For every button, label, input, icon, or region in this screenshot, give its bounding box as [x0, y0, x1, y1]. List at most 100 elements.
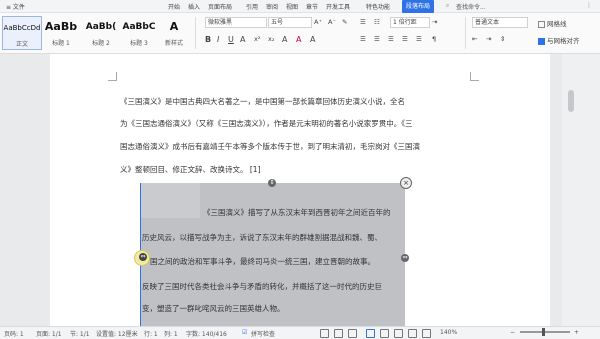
selected-line: 《三国演义》描写了从东汉末年到西晋初年之间近百年的 [203, 208, 391, 217]
resize-handle-top[interactable]: ⇕ [268, 179, 276, 187]
zoom-out-icon[interactable]: − [510, 329, 515, 336]
style-name: 标题 1 [52, 40, 70, 47]
menu-home[interactable]: 开始 [168, 2, 180, 11]
selected-line: 反映了三国时代各类社会斗争与矛盾的转化，并概括了这一时代的历史巨 [142, 282, 382, 291]
web-view-icon[interactable] [380, 329, 389, 338]
status-pages: 页面: 1/1 [36, 331, 62, 338]
protect-icon[interactable] [320, 329, 329, 338]
paragraph-line: 《三国演义》是中国古典四大名著之一，是中国第一部长篇章回体历史演义小说，全名 [120, 97, 405, 106]
char-border-button[interactable]: A [310, 35, 315, 44]
new-style-icon: A [169, 20, 179, 33]
align-left-icon[interactable]: ☰ [360, 35, 366, 43]
search-icon[interactable]: ⌕ [446, 2, 449, 10]
style-sample: AaBb [44, 20, 78, 33]
justify-icon[interactable]: ☰ [402, 35, 408, 43]
style-name: 正文 [15, 41, 28, 48]
zoom-slider-knob[interactable] [542, 328, 545, 336]
page-view-icon[interactable] [366, 329, 375, 338]
resize-handle-right[interactable]: ⇔ [401, 254, 409, 262]
selected-line: 历史风云，以描写战争为主，诉说了东汉末年的群雄割据混战和魏、蜀、 [142, 233, 382, 242]
indent-icon[interactable]: ⇥ [432, 18, 437, 26]
status-bar: 页码: 1 页面: 1/1 节: 1/1 设置值: 12厘米 行: 1 列: 1… [0, 326, 600, 339]
selected-line: 变，塑造了一群叱咤风云的三国英雄人物。 [142, 304, 285, 313]
font-size-select[interactable]: 五号 [268, 17, 312, 28]
style-sample: AaBb( [85, 22, 117, 32]
font-name-select[interactable]: 微软雅黑 [205, 17, 267, 28]
zoom-slider[interactable] [520, 331, 570, 333]
font-shrink-icon[interactable]: A⁻ [328, 18, 336, 26]
style-name: 新样式 [164, 40, 183, 47]
style-heading-2[interactable]: AaBb( 标题 2 [82, 16, 120, 48]
status-row: 行: 1 [144, 331, 158, 338]
style-heading-3[interactable]: AaBbC 标题 3 [120, 16, 158, 48]
eye-protection-icon[interactable] [422, 329, 431, 338]
indent-right-icon[interactable]: ⇥ [486, 35, 491, 43]
ribbon: AaBbCcDd 正文 AaBb 标题 1 AaBb( 标题 2 AaBbC 标… [0, 13, 600, 54]
zoom-in-icon[interactable]: + [574, 329, 579, 336]
underline-button[interactable]: U [228, 35, 234, 44]
menu-view[interactable]: 视图 [286, 2, 298, 11]
divider [465, 17, 466, 49]
clear-format-icon[interactable]: ✎ [342, 18, 347, 26]
grid-lines-checkbox[interactable]: 网格线 [538, 18, 567, 28]
style-name: 标题 3 [130, 40, 148, 47]
subscript-icon[interactable]: x₂ [268, 35, 274, 43]
move-handle-icon[interactable]: ⇔ [139, 253, 147, 261]
line-spacing-select[interactable]: 1 倍行距 [390, 17, 430, 28]
style-name: 标题 2 [92, 40, 110, 47]
close-icon[interactable]: × [400, 177, 412, 189]
focus-mode-icon[interactable] [408, 329, 417, 338]
scrollbar-thumb[interactable] [568, 90, 574, 112]
selected-line: 国之间的政治和军事斗争，最终司马炎一统三国，建立晋朝的故事。 [150, 257, 375, 266]
tab-paragraph-layout[interactable]: 段落布局 [402, 0, 435, 13]
style-heading-1[interactable]: AaBb 标题 1 [42, 16, 80, 48]
new-style-button[interactable]: A 新样式 [160, 16, 188, 48]
indent-left-icon[interactable]: ⇤ [472, 35, 477, 43]
style-normal[interactable]: AaBbCcDd 正文 [2, 16, 42, 50]
outline-view-icon[interactable] [394, 329, 403, 338]
margin-mark [470, 72, 479, 81]
menu-file[interactable]: ≡ 文件 [6, 2, 25, 11]
frame-indent-area [140, 183, 200, 218]
menu-features[interactable]: 特色功能 [366, 2, 390, 11]
style-set-select[interactable]: 普通文本 [472, 17, 528, 28]
menu-references[interactable]: 引用 [246, 2, 258, 11]
spellcheck-label[interactable]: 拼写检查 [251, 329, 275, 338]
status-col: 列: 1 [164, 331, 178, 338]
status-word-count[interactable]: 字数: 140/416 [186, 329, 227, 338]
edit-mode-icon[interactable] [348, 329, 357, 338]
italic-button[interactable]: I [217, 35, 219, 44]
divider [195, 17, 196, 49]
menu-chapter[interactable]: 章节 [306, 2, 318, 11]
zoom-level[interactable]: 140% [440, 329, 457, 336]
superscript-icon[interactable]: x² [254, 35, 260, 43]
more-icon[interactable]: ⋮ [586, 2, 592, 9]
spacing-icon[interactable]: ⇕ [500, 35, 505, 43]
char-shading-button[interactable]: A [282, 35, 287, 44]
style-sample: AaBbCcDd [3, 24, 41, 32]
paragraph-line: 为《三国志通俗演义》（又称《三国志演义》），作者是元末明初的著名小说家罗贯中。《… [120, 119, 413, 128]
left-pane [0, 54, 50, 326]
menu-insert[interactable]: 插入 [188, 2, 200, 11]
align-right-icon[interactable]: ☰ [388, 35, 394, 43]
highlight-button[interactable]: A [296, 35, 301, 44]
spellcheck-icon[interactable]: ☑ [242, 329, 247, 336]
bold-button[interactable]: B [205, 35, 211, 44]
font-color-button[interactable]: A [240, 35, 245, 44]
font-grow-icon[interactable]: A⁺ [314, 18, 322, 26]
status-page: 页码: 1 [4, 331, 24, 338]
menu-page-layout[interactable]: 页面布局 [208, 2, 232, 11]
paragraph-settings-icon[interactable]: ¶ [432, 35, 436, 43]
margin-mark [108, 72, 117, 81]
align-to-grid-checkbox[interactable]: 与网格对齐 [538, 35, 580, 45]
distribute-icon[interactable]: ☰ [416, 35, 422, 43]
style-sample: AaBbC [122, 22, 156, 32]
reading-mode-icon[interactable] [334, 329, 343, 338]
menu-developer[interactable]: 开发工具 [326, 2, 350, 11]
search-commands[interactable]: 查找命令... [456, 2, 486, 11]
status-section: 节: 1/1 [70, 331, 90, 338]
numbering-icon[interactable]: ☷ [374, 18, 380, 26]
bullets-icon[interactable]: ☰ [360, 18, 366, 26]
menu-review[interactable]: 审阅 [266, 2, 278, 11]
align-center-icon[interactable]: ☰ [374, 35, 380, 43]
